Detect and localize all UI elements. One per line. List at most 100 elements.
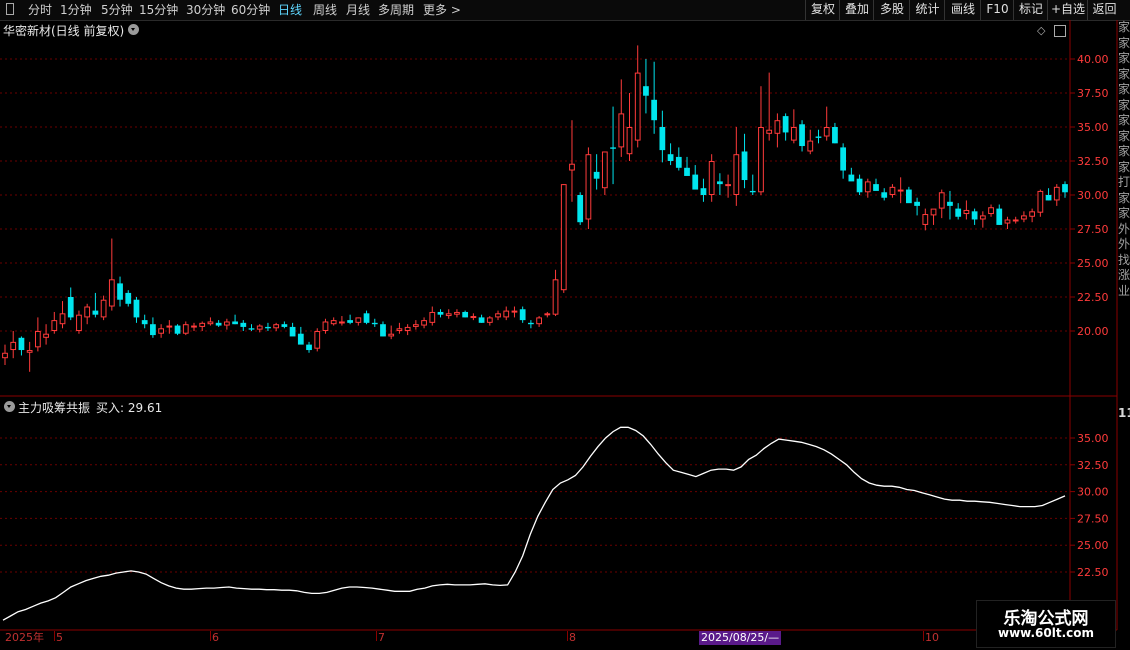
candle [708,154,715,202]
candle [618,79,625,157]
window-icon[interactable] [6,3,14,15]
toolbar-button-8[interactable]: 返回 [1087,0,1121,20]
y-tick-label-8: 20.00 [1077,325,1109,338]
candle [314,328,321,352]
candle [1004,216,1011,229]
ind-y-tick-label-0: 35.00 [1077,432,1109,445]
panel-toggle-icon[interactable] [1054,25,1066,37]
candle [10,331,17,359]
candle-body [1012,219,1019,222]
candle [240,320,247,331]
candle-body [150,324,156,336]
diamond-icon[interactable]: ◇ [1037,24,1045,37]
period-tab-7[interactable]: 周线 [313,2,337,18]
toolbar-button-7[interactable]: +自选 [1047,0,1088,20]
period-tab-2[interactable]: 5分钟 [101,2,133,18]
candle-body [26,350,33,353]
candle-body [766,129,773,134]
candle [807,129,814,155]
candle-body [84,306,91,318]
date-tick-1 [54,631,55,641]
period-tab-1[interactable]: 1分钟 [60,2,92,18]
toolbar-button-1[interactable]: 叠加 [839,0,874,20]
date-label-1: 5 [56,631,63,644]
toolbar-button-6[interactable]: 标记 [1013,0,1048,20]
period-tab-5[interactable]: 60分钟 [231,2,270,18]
candle-body [388,333,395,337]
candle-body [486,317,493,323]
candle-body [133,299,140,318]
candle [34,317,41,352]
ind-y-tick-label-5: 22.50 [1077,566,1109,579]
candle-body [897,189,904,192]
candle-body [306,344,312,351]
period-tab-8[interactable]: 月线 [346,2,370,18]
candle-body [717,181,723,185]
period-tab-3[interactable]: 15分钟 [139,2,178,18]
chevron-down-icon[interactable] [128,24,139,35]
candle [100,295,107,321]
candle [717,173,723,195]
candle [552,269,559,317]
candle-body [823,127,830,137]
candle [947,190,953,220]
candle-body [1029,211,1036,217]
candlestick-chart[interactable]: 40.00 37.50 35.00 32.50 30.00 27.50 25.00 22.50… [0,0,1130,650]
toolbar-button-0[interactable]: 复权 [805,0,840,20]
candle-body [733,154,740,195]
candle-body [10,341,17,351]
candle-body [503,310,510,318]
candle [59,301,66,329]
candle-body [881,192,888,198]
period-tab-9[interactable]: 多周期 [378,2,414,18]
candle [733,127,740,206]
candle [840,143,847,179]
toolbar-button-2[interactable]: 多股 [873,0,910,20]
indicator-buy-value: 买入: 29.61 [96,401,163,415]
candle [774,113,781,148]
candle [421,317,427,329]
candle-body [437,311,444,315]
candle-body [462,311,469,318]
candle-body [651,99,658,121]
toolbar-button-4[interactable]: 画线 [944,0,981,20]
date-label-5: 10 [925,631,939,644]
candle [741,133,748,189]
candle-body [979,215,986,220]
period-tab-6[interactable]: 日线 [278,2,302,18]
toolbar-button-5[interactable]: F10 [980,0,1014,20]
candle-body [774,120,781,134]
candle [150,317,156,338]
period-tab-10[interactable]: 更多 > [423,2,461,18]
candle [174,324,181,336]
candle [1062,181,1068,198]
candle [43,324,49,345]
watermark-url: www.60lt.com [997,626,1095,640]
candle [445,309,452,319]
candle [758,86,764,195]
candle [429,306,436,326]
y-tick-label-5: 27.50 [1077,223,1109,236]
date-label-3: 7 [378,631,385,644]
candle-body [396,328,403,331]
candle-body [618,113,625,148]
candle [248,324,255,331]
candle-body [741,151,748,181]
indicator-menu-icon[interactable] [4,401,15,412]
toolbar-button-3[interactable]: 统计 [909,0,945,20]
period-tab-0[interactable]: 分时 [28,2,52,18]
candle [815,129,822,144]
candle [560,184,567,293]
candle-body [363,313,370,323]
candle [133,297,140,323]
candle-body [470,316,477,319]
top-toolbar: 分时 1分钟 5分钟 15分钟 30分钟 60分钟 日线 周线 月线 多周期 更多 > 复权 叠加 多股… [0,0,1130,21]
period-tab-4[interactable]: 30分钟 [186,2,225,18]
candle [996,204,1003,225]
candle-body [322,321,329,332]
candle [166,320,173,334]
candle-body [840,147,847,171]
candle [18,336,25,356]
candle-body [371,322,378,325]
candle [1045,188,1052,201]
